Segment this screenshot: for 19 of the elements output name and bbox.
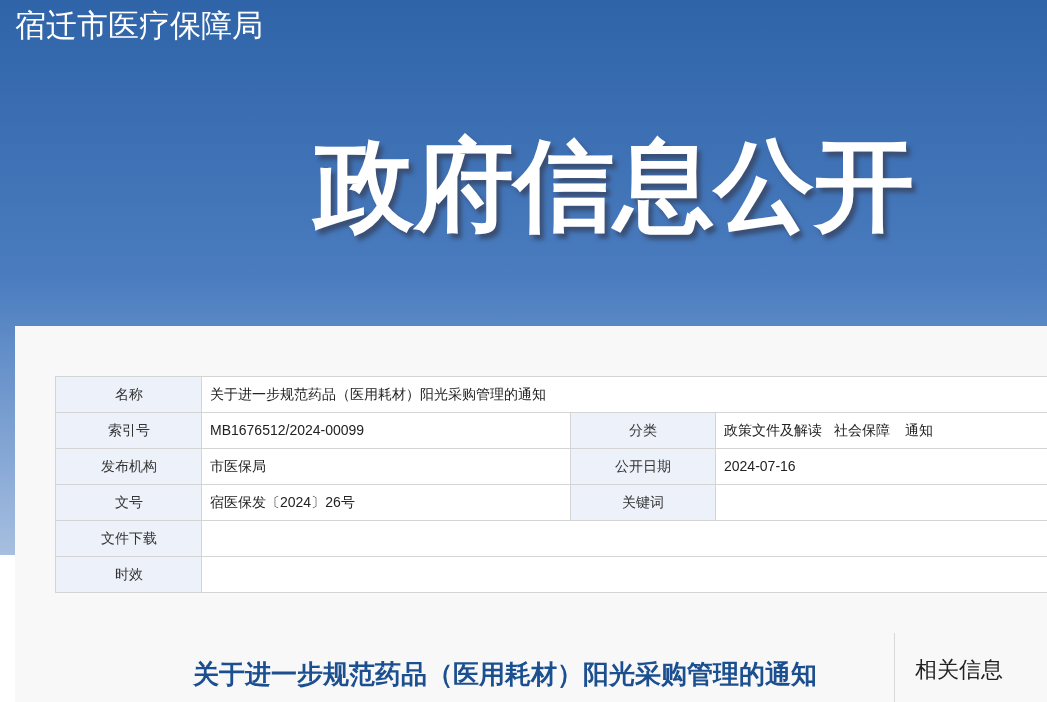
field-label: 文号 — [55, 484, 201, 520]
field-label: 发布机构 — [55, 448, 201, 484]
field-value: 宿医保发〔2024〕26号 — [201, 484, 570, 520]
banner-title: 政府信息公开 — [314, 135, 914, 235]
site-title: 宿迁市医疗保障局 — [15, 10, 263, 41]
article-title: 关于进一步规范药品（医用耗材）阳光采购管理的通知 — [192, 658, 817, 691]
field-value: 市医保局 — [201, 448, 570, 484]
field-label: 关键词 — [570, 484, 715, 520]
field-label: 名称 — [55, 376, 201, 412]
field-value: 关于进一步规范药品（医用耗材）阳光采购管理的通知 — [201, 376, 1047, 412]
field-label: 分类 — [570, 412, 715, 448]
field-label: 文件下载 — [55, 520, 201, 556]
sidebar-heading: 相关信息 — [915, 656, 1003, 684]
field-value: 2024-07-16 — [715, 448, 1047, 484]
field-value: 政策文件及解读 社会保障 通知 — [715, 412, 1047, 448]
field-label: 索引号 — [55, 412, 201, 448]
field-label: 时效 — [55, 556, 201, 592]
field-label: 公开日期 — [570, 448, 715, 484]
field-value: MB1676512/2024-00099 — [201, 412, 570, 448]
